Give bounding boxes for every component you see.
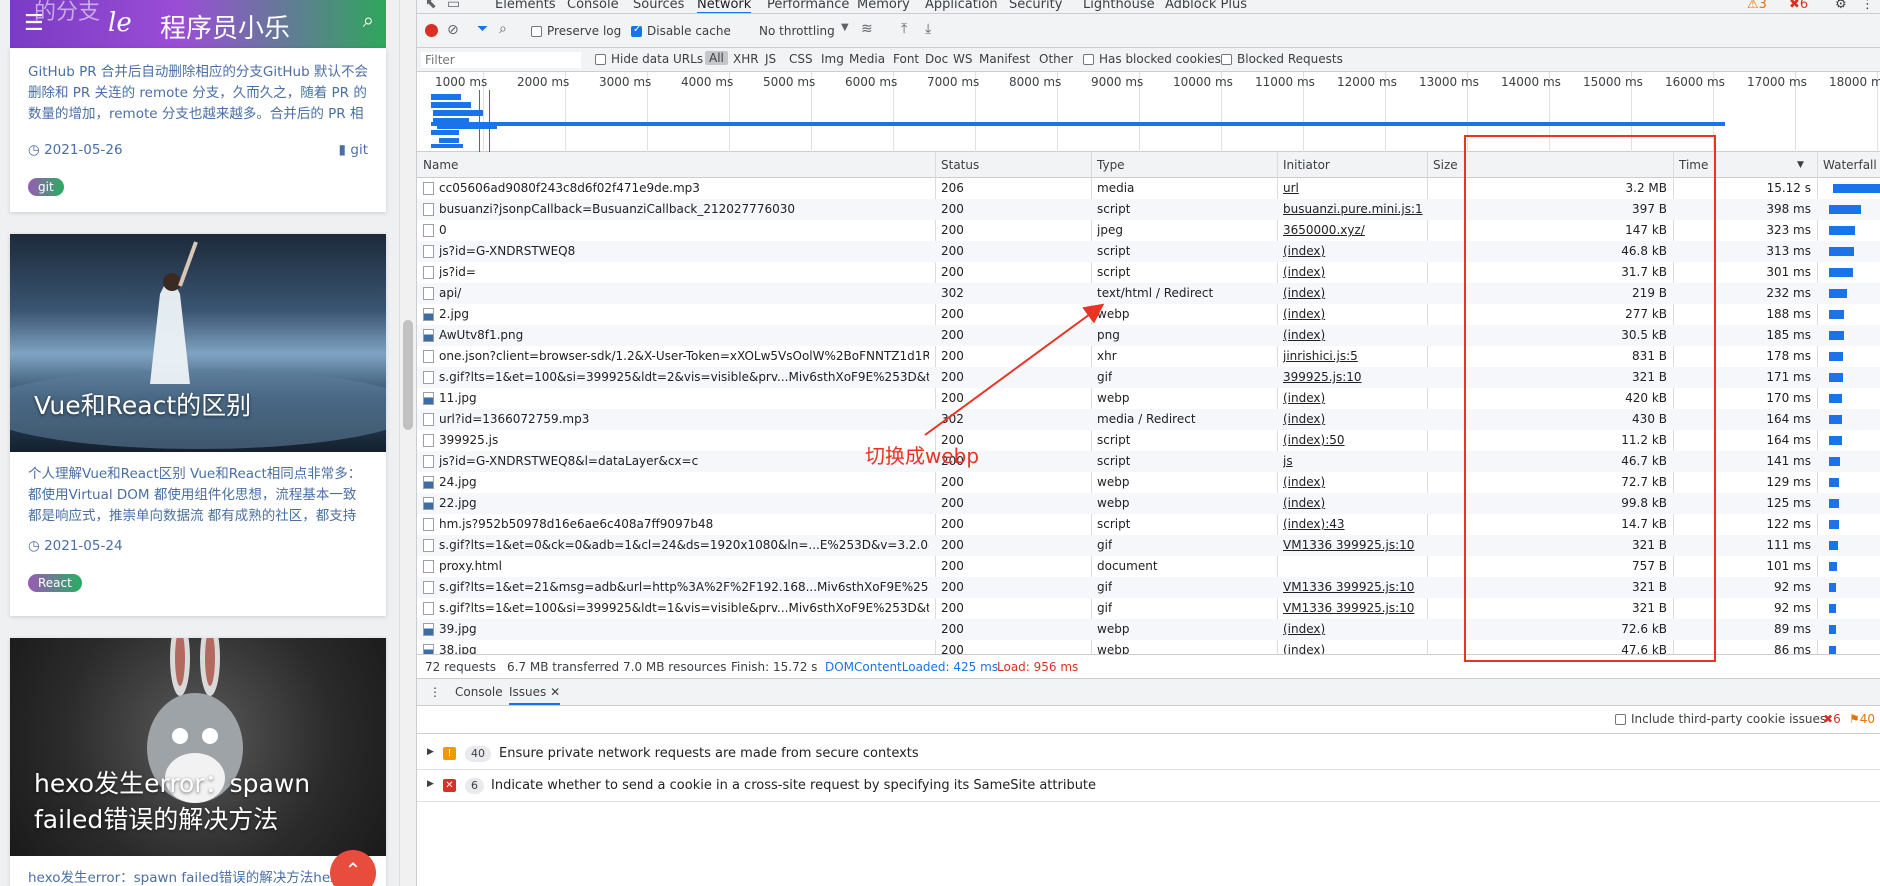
post-hero-image[interactable]: Vue和React的区别 [10,234,386,452]
post-tag[interactable]: git [28,178,64,196]
post-excerpt: 个人理解Vue和React区别 Vue和React相同点非常多：都使用Virtu… [28,466,362,524]
post-card: hexo发生error：spawn failed错误的解决方法 hexo发生er… [10,638,386,886]
blog-scrollbar[interactable] [399,0,416,886]
post-title[interactable]: Vue和React的区别 [34,388,251,424]
devtools-panel: ⬉ ▭ Elements Console Sources Network Per… [416,0,1880,886]
menu-icon[interactable]: ☰ [24,11,44,36]
post-date-text: 2021-05-24 [44,538,123,554]
post-date: ◷ 2021-05-24 [28,538,123,554]
bookmark-icon: ▮ [338,142,351,158]
post-date-text: 2021-05-26 [44,142,123,158]
clock-icon: ◷ [28,538,45,554]
post-card: GitHub PR 合并后自动删除相应的分支GitHub 默认不会删除和 PR … [10,48,386,212]
ghost-title: 的分支 [34,0,101,25]
post-excerpt: GitHub PR 合并后自动删除相应的分支GitHub 默认不会删除和 PR … [28,64,368,134]
post-tag[interactable]: React [28,574,82,592]
scrollbar-thumb[interactable] [403,320,413,430]
post-meta: ◷ 2021-05-24 [10,538,386,554]
site-title[interactable]: 程序员小乐 [160,8,290,45]
post-category-text: git [350,142,368,158]
post-meta: ◷ 2021-05-26 ▮ git [10,142,386,158]
post-hero-image[interactable]: hexo发生error：spawn failed错误的解决方法 [10,638,386,856]
post-date: ◷ 2021-05-26 [28,142,123,158]
search-icon[interactable]: ⌕ [363,8,374,32]
post-title[interactable]: hexo发生error：spawn failed错误的解决方法 [34,766,374,838]
blog-panel: 的分支 ☰ le 程序员小乐 ⌕ GitHub PR 合并后自动删除相应的分支G… [0,0,400,886]
annotation-arrow [924,303,1105,436]
annotation-label: 切换成webp [865,444,980,468]
clock-icon: ◷ [28,142,45,158]
post-card: Vue和React的区别 个人理解Vue和React区别 Vue和React相同… [10,234,386,616]
post-category[interactable]: ▮ git [339,142,368,158]
blog-header: 的分支 ☰ le 程序员小乐 ⌕ [10,0,386,48]
site-logo[interactable]: le [108,8,132,38]
